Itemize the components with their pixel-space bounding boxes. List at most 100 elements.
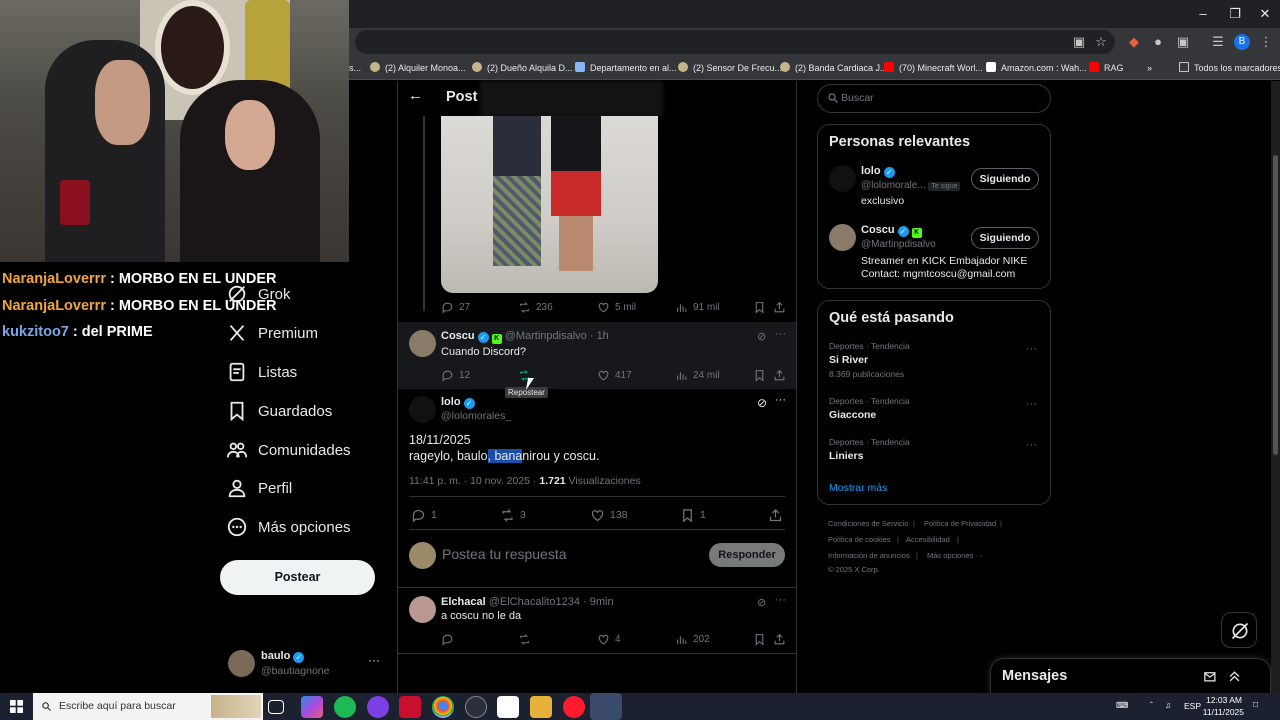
like-button[interactable]: 5 mil [597, 299, 636, 315]
more-icon[interactable]: ··· [775, 394, 786, 406]
reply-composer-input[interactable]: Postea tu respuesta [442, 546, 567, 562]
avatar[interactable] [829, 165, 856, 192]
post-image[interactable] [441, 116, 658, 293]
views-button[interactable]: 24 mil [675, 367, 720, 383]
extension-icon[interactable]: ◆ [1126, 34, 1142, 50]
views-button[interactable]: 91 mil [675, 299, 720, 315]
all-bookmarks[interactable]: Todos los marcadores [1179, 60, 1280, 76]
file-explorer-icon[interactable] [530, 696, 552, 718]
repost-button[interactable]: 236 [518, 299, 553, 315]
following-button[interactable]: Siguiendo [971, 227, 1039, 249]
bookmark-item[interactable]: (2) Sensor De Frecu... [678, 60, 782, 76]
avatar[interactable] [829, 224, 856, 251]
footer-link[interactable]: Condiciones de Servicio [828, 519, 908, 528]
app-icon[interactable] [399, 696, 421, 718]
more-icon[interactable]: ··· [368, 653, 380, 667]
windows-start-icon[interactable] [10, 700, 23, 713]
trend-item[interactable]: Si River [829, 354, 868, 366]
account-switcher[interactable]: baulo ✓ @bautiagnone ··· [228, 649, 388, 683]
back-arrow-icon[interactable]: ← [408, 87, 423, 104]
trend-item[interactable]: Liniers [829, 450, 863, 462]
avatar[interactable] [409, 396, 436, 423]
task-view-icon[interactable] [268, 700, 284, 714]
app-icon[interactable] [497, 696, 519, 718]
scrollbar-thumb[interactable] [1273, 155, 1278, 455]
person-name[interactable]: lolo ✓ [861, 165, 895, 178]
share-button[interactable] [773, 299, 791, 315]
repost-button[interactable]: 3 [500, 507, 526, 523]
minimize-icon[interactable]: – [1188, 4, 1218, 24]
footer-link[interactable]: Política de Privacidad [924, 519, 996, 528]
bookmark-item[interactable]: (2) Alquiler Monoa... [370, 60, 466, 76]
bookmark-button[interactable] [753, 631, 771, 647]
share-button[interactable] [768, 507, 788, 523]
bookmark-item[interactable]: Departamento en al... [575, 60, 677, 76]
grok-floating-button[interactable] [1221, 612, 1257, 648]
like-button[interactable]: 138 [590, 507, 628, 523]
chevron-up-icon[interactable] [1227, 669, 1242, 684]
nav-lists[interactable]: Listas [226, 360, 297, 384]
nav-premium[interactable]: Premium [226, 321, 318, 345]
address-bar[interactable] [355, 30, 1115, 54]
share-button[interactable] [773, 631, 791, 647]
bookmark-item[interactable]: Amazon.com : Wah... [986, 60, 1087, 76]
bookmark-item[interactable]: (70) Minecraft Worl... [884, 60, 983, 76]
repost-button[interactable] [518, 631, 536, 647]
star-icon[interactable]: ☆ [1093, 34, 1109, 50]
steam-icon[interactable] [590, 693, 622, 720]
bookmark-button[interactable]: 1 [680, 507, 706, 523]
grok-icon[interactable]: ⊘ [757, 396, 767, 410]
footer-link[interactable]: Política de cookies [828, 535, 891, 544]
trend-item[interactable]: Giaccone [829, 409, 876, 421]
footer-link[interactable]: Información de anuncios [828, 551, 910, 560]
more-icon[interactable]: ··· [775, 328, 786, 340]
reply-button[interactable]: 12 [441, 367, 470, 383]
like-button[interactable]: 417 [597, 367, 632, 383]
views-button[interactable]: 202 [675, 631, 710, 647]
clock-time[interactable]: 12:03 AM [1198, 695, 1242, 705]
bookmark-item[interactable]: (2) Dueño Alquila D... [472, 60, 573, 76]
keyboard-icon[interactable]: ⌨ [1116, 700, 1128, 711]
more-bookmarks-icon[interactable]: » [1147, 60, 1152, 76]
profile-avatar[interactable]: B [1234, 34, 1250, 50]
copilot-icon[interactable] [301, 696, 323, 718]
more-icon[interactable]: ··· [1026, 398, 1037, 410]
media-icon[interactable]: ☰ [1210, 34, 1226, 50]
extension-icon[interactable]: ● [1150, 34, 1166, 50]
grok-icon[interactable]: ⊘ [757, 330, 766, 343]
puzzle-icon[interactable]: ▣ [1175, 34, 1191, 50]
chrome-icon[interactable] [432, 696, 454, 718]
reply-button[interactable] [441, 631, 459, 647]
footer-link[interactable]: Más opciones ··· [927, 551, 983, 560]
more-icon[interactable]: ··· [1026, 439, 1037, 451]
app-icon[interactable] [465, 696, 487, 718]
nav-communities[interactable]: Comunidades [226, 438, 351, 462]
bookmark-ellipsis[interactable]: s... [349, 60, 361, 76]
show-more-link[interactable]: Mostrar más [829, 482, 887, 494]
menu-icon[interactable]: ⋮ [1258, 34, 1274, 50]
nav-bookmarks[interactable]: Guardados [226, 399, 332, 423]
opera-icon[interactable] [563, 696, 585, 718]
clock-date[interactable]: 11/11/2025 [1198, 707, 1244, 717]
like-button[interactable]: 4 [597, 631, 621, 647]
nav-grok[interactable]: Grok [226, 282, 291, 306]
close-icon[interactable]: ✕ [1250, 4, 1280, 24]
nav-more-options[interactable]: Más opciones [226, 515, 351, 539]
share-button[interactable] [773, 367, 791, 383]
volume-icon[interactable]: ♫ [1165, 700, 1171, 710]
nav-profile[interactable]: Perfil [226, 476, 292, 500]
bookmark-item[interactable]: RAG [1089, 60, 1124, 76]
taskbar-search[interactable]: Escribe aquí para buscar [33, 693, 263, 720]
notification-icon[interactable]: □ [1253, 699, 1258, 709]
person-name[interactable]: Coscu ✓ K [861, 224, 922, 238]
grok-icon[interactable]: ⊘ [757, 596, 766, 609]
post-button[interactable]: Postear [220, 560, 375, 595]
chevron-up-icon[interactable]: ˆ [1150, 700, 1153, 710]
more-icon[interactable]: ··· [775, 594, 786, 606]
reply-button[interactable]: 27 [441, 299, 470, 315]
more-icon[interactable]: ··· [1026, 343, 1037, 355]
install-app-icon[interactable]: ▣ [1071, 34, 1087, 50]
messages-drawer[interactable]: Mensajes [990, 658, 1271, 694]
reply-button[interactable]: 1 [411, 507, 437, 523]
reply-submit-button[interactable]: Responder [709, 543, 785, 567]
